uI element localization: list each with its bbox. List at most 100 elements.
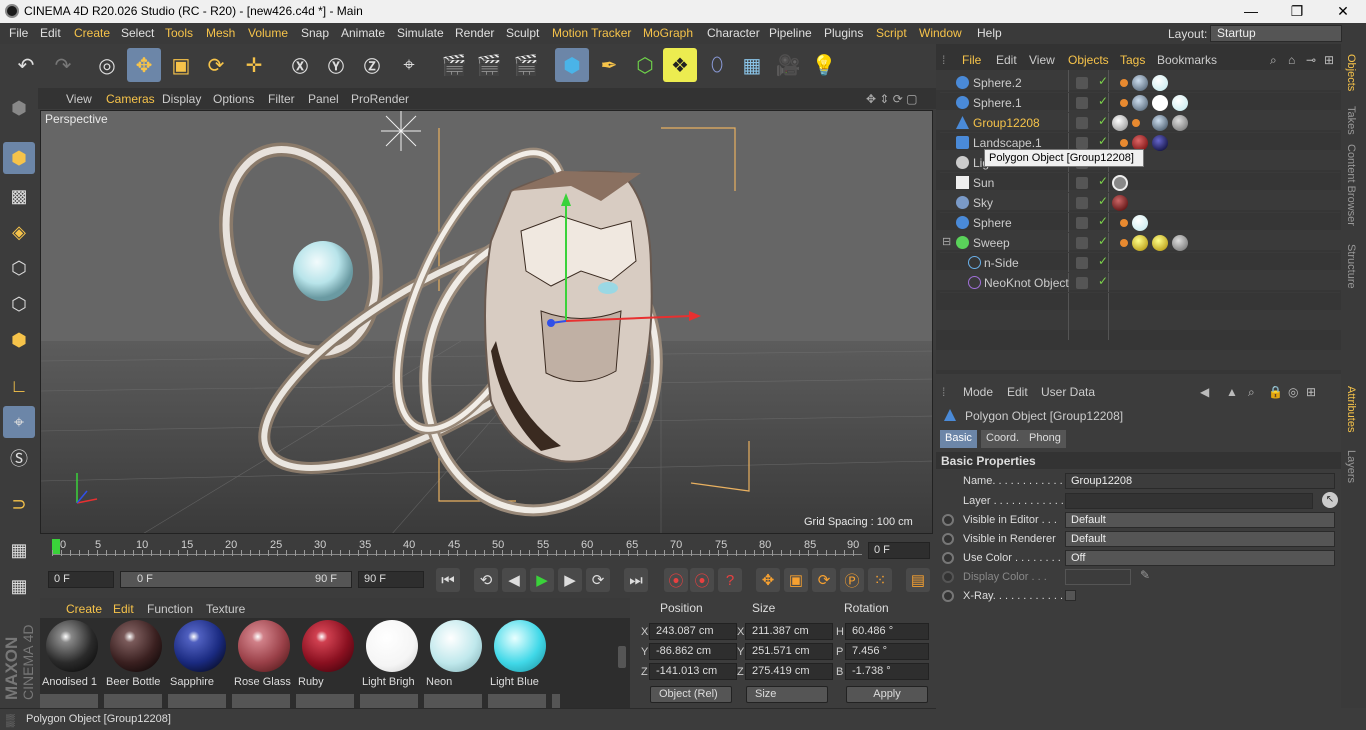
name-field[interactable]: Group12208 xyxy=(1065,473,1335,489)
frame-range-slider[interactable]: 0 F 90 F xyxy=(120,571,352,588)
xray-checkbox[interactable] xyxy=(1065,590,1076,601)
enabled-check-icon[interactable]: ✓ xyxy=(1098,94,1108,108)
menu-motion-tracker[interactable]: Motion Tracker xyxy=(552,26,631,40)
keyframe-selection-icon[interactable]: ? xyxy=(718,568,742,592)
new-window-icon[interactable]: ⊞ xyxy=(1306,385,1316,399)
viewport-menu-display[interactable]: Display xyxy=(162,92,201,106)
tweak-mode-icon[interactable]: ⌖ xyxy=(3,406,35,438)
material-tag-icon[interactable] xyxy=(1112,195,1128,211)
menu-pipeline[interactable]: Pipeline xyxy=(769,26,812,40)
rot-h-field[interactable]: 60.486 ° xyxy=(845,623,929,640)
display-color-swatch[interactable] xyxy=(1065,569,1131,585)
pos-z-field[interactable]: -141.013 cm xyxy=(649,663,737,680)
coordinate-mode-select[interactable]: Object (Rel) xyxy=(650,686,732,703)
material-tag-icon[interactable] xyxy=(1152,115,1168,131)
material-swatch[interactable]: Rose Glass xyxy=(234,620,294,698)
rot-b-field[interactable]: -1.738 ° xyxy=(845,663,929,680)
enabled-check-icon[interactable]: ✓ xyxy=(1098,134,1108,148)
pen-icon[interactable]: ✒ xyxy=(592,48,626,82)
object-row[interactable]: Sphere.2 ✓ xyxy=(940,73,1340,93)
enabled-check-icon[interactable]: ✓ xyxy=(1098,194,1108,208)
viewport-menu-options[interactable]: Options xyxy=(213,92,254,106)
planar-workplane-icon[interactable]: ▦ xyxy=(3,570,35,602)
object-row[interactable]: n-Side ✓ xyxy=(940,253,1340,273)
attributes-menu-user-data[interactable]: User Data xyxy=(1041,385,1095,399)
autokey-icon[interactable]: ⦿ xyxy=(690,568,714,592)
material-swatch[interactable]: Ruby xyxy=(298,620,358,698)
viewport-menu-view[interactable]: View xyxy=(66,92,92,106)
menu-render[interactable]: Render xyxy=(455,26,494,40)
pos-y-field[interactable]: -86.862 cm xyxy=(649,643,737,660)
tab-coord[interactable]: Coord. xyxy=(981,430,1025,448)
lock-workplane-icon[interactable]: ▦ xyxy=(3,534,35,566)
objects-menu-objects[interactable]: Objects xyxy=(1068,53,1109,67)
previous-frame-icon[interactable]: ◀ xyxy=(502,568,526,592)
material-menu-edit[interactable]: Edit xyxy=(113,602,134,616)
recent-tool-icon[interactable]: ✛ xyxy=(237,48,271,82)
viewport-menu-filter[interactable]: Filter xyxy=(268,92,295,106)
home-icon[interactable]: ⌂ xyxy=(1288,53,1295,67)
material-tag-icon[interactable] xyxy=(1152,95,1168,111)
play-icon[interactable]: ▶ xyxy=(530,568,554,592)
side-tab-content-browser[interactable]: Content Browser xyxy=(1345,144,1357,226)
material-swatch[interactable]: Light Blue xyxy=(490,620,550,698)
enabled-check-icon[interactable]: ✓ xyxy=(1098,214,1108,228)
apply-button[interactable]: Apply xyxy=(846,686,928,703)
material-swatch[interactable]: Neon xyxy=(426,620,486,698)
phong-tag-icon[interactable] xyxy=(1120,79,1128,87)
phong-tag-icon[interactable] xyxy=(1132,119,1140,127)
material-tag-icon[interactable] xyxy=(1152,135,1168,151)
menu-animate[interactable]: Animate xyxy=(341,26,385,40)
render-picture-viewer-icon[interactable]: 🎬 xyxy=(472,48,506,82)
material-scrollbar[interactable] xyxy=(618,646,626,668)
phong-tag-icon[interactable] xyxy=(1120,139,1128,147)
material-tag-icon[interactable] xyxy=(1172,115,1188,131)
enabled-check-icon[interactable]: ✓ xyxy=(1098,74,1108,88)
enabled-check-icon[interactable]: ✓ xyxy=(1098,114,1108,128)
polygons-mode-icon[interactable]: ⬢ xyxy=(3,324,35,356)
animation-radio-icon[interactable] xyxy=(942,590,954,602)
menu-select[interactable]: Select xyxy=(121,26,154,40)
lock-icon[interactable]: 🔒 xyxy=(1268,385,1283,399)
floor-icon[interactable]: ▦ xyxy=(735,48,769,82)
object-row[interactable]: Sphere.1 ✓ xyxy=(940,93,1340,113)
object-row[interactable]: Sphere ✓ xyxy=(940,213,1340,233)
size-z-field[interactable]: 275.419 cm xyxy=(745,663,833,680)
coordinate-system-icon[interactable]: ⌖ xyxy=(392,48,426,82)
side-tab-takes[interactable]: Takes xyxy=(1345,106,1357,135)
layer-swatch[interactable] xyxy=(1076,217,1088,229)
axis-mode-icon[interactable]: ∟ xyxy=(3,370,35,402)
tab-phong[interactable]: Phong xyxy=(1024,430,1066,448)
enabled-check-icon[interactable]: ✓ xyxy=(1098,254,1108,268)
solo-icon[interactable]: Ⓢ xyxy=(3,442,35,474)
material-tag-icon[interactable] xyxy=(1172,95,1188,111)
material-swatch[interactable]: Light Brigh xyxy=(362,620,422,698)
visible-editor-select[interactable]: Default xyxy=(1065,512,1335,528)
rot-p-field[interactable]: 7.456 ° xyxy=(845,643,929,660)
end-frame-field[interactable]: 90 F xyxy=(358,571,424,588)
parameter-key-icon[interactable]: Ⓟ xyxy=(840,568,864,592)
side-tab-attributes[interactable]: Attributes xyxy=(1345,386,1357,432)
current-frame-field[interactable]: 0 F xyxy=(868,542,930,559)
attributes-menu-edit[interactable]: Edit xyxy=(1007,385,1028,399)
object-row-selected[interactable]: Group12208 ✓ xyxy=(940,113,1340,133)
side-tab-layers[interactable]: Layers xyxy=(1345,450,1357,483)
redo-icon[interactable]: ↷ xyxy=(46,48,80,82)
objects-menu-bookmarks[interactable]: Bookmarks xyxy=(1157,53,1217,67)
cube-icon[interactable]: ⬢ xyxy=(555,48,589,82)
close-button[interactable]: ✕ xyxy=(1320,0,1366,23)
side-tab-structure[interactable]: Structure xyxy=(1345,244,1357,289)
enabled-check-icon[interactable]: ✓ xyxy=(1098,234,1108,248)
objects-menu-file[interactable]: File xyxy=(962,53,981,67)
3d-viewport[interactable] xyxy=(40,110,933,534)
camera-icon[interactable]: 🎥 xyxy=(771,48,805,82)
size-mode-select[interactable]: Size xyxy=(746,686,828,703)
material-tag-icon[interactable] xyxy=(1152,75,1168,91)
animation-radio-icon[interactable] xyxy=(942,533,954,545)
color-picker-icon[interactable]: ✎ xyxy=(1140,568,1150,582)
layer-swatch[interactable] xyxy=(1076,197,1088,209)
layer-picker-icon[interactable]: ↖ xyxy=(1322,492,1338,508)
material-tag-icon[interactable] xyxy=(1172,235,1188,251)
go-to-start-icon[interactable]: ⏮ xyxy=(436,568,460,592)
material-swatch[interactable]: Anodised 1 xyxy=(42,620,102,698)
